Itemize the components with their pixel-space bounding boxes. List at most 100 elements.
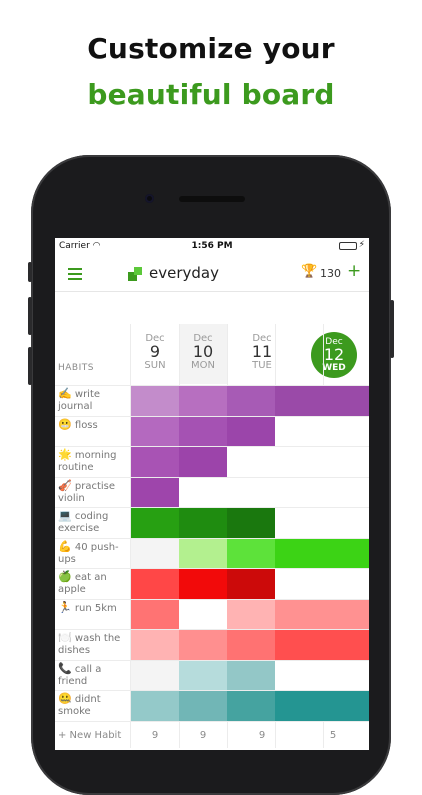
habit-cell[interactable] xyxy=(131,537,179,569)
day-header-1[interactable]: Dec 10 MON xyxy=(179,324,227,384)
plate-icon: 🍽️ xyxy=(58,631,72,644)
habit-cell[interactable] xyxy=(179,537,227,569)
habit-cell[interactable] xyxy=(323,629,369,660)
habit-cell[interactable] xyxy=(227,690,275,721)
day-header-today[interactable]: Dec 12 WED xyxy=(311,332,357,378)
habit-cell[interactable] xyxy=(227,629,275,660)
phone-side-button xyxy=(28,297,32,335)
habit-cell[interactable] xyxy=(227,385,275,416)
phone-icon: 📞 xyxy=(58,661,72,675)
habit-cell[interactable] xyxy=(323,385,369,416)
app-bar: everyday 🏆 130 + xyxy=(55,255,369,292)
habit-row-label[interactable]: 🌟 morning routine xyxy=(58,449,130,474)
habit-cell[interactable] xyxy=(179,598,227,630)
habit-cell[interactable] xyxy=(131,629,179,660)
habit-cell[interactable] xyxy=(227,568,275,599)
day-count: 9 xyxy=(199,730,207,741)
habit-name: run 5km xyxy=(74,602,117,614)
day-count: 9 xyxy=(151,730,159,741)
phone-side-button xyxy=(28,347,32,385)
habit-cell[interactable] xyxy=(323,598,369,630)
habit-cell[interactable] xyxy=(227,507,275,538)
habit-cell[interactable] xyxy=(275,385,323,416)
habit-cell[interactable] xyxy=(275,476,323,508)
add-habit-icon[interactable]: + xyxy=(347,261,361,281)
habit-cell[interactable] xyxy=(275,659,323,691)
habit-cell[interactable] xyxy=(179,476,227,508)
habit-cell[interactable] xyxy=(227,415,275,447)
habit-cell[interactable] xyxy=(275,629,323,660)
habit-cell[interactable] xyxy=(227,476,275,508)
habit-cell[interactable] xyxy=(131,690,179,721)
habit-cell[interactable] xyxy=(275,415,323,447)
habit-row-label[interactable]: 🤐 didnt smoke xyxy=(58,693,130,718)
habit-cell[interactable] xyxy=(179,385,227,416)
habit-cell[interactable] xyxy=(323,415,369,447)
habit-cell[interactable] xyxy=(131,507,179,538)
habit-cell[interactable] xyxy=(323,507,369,538)
habit-cell[interactable] xyxy=(179,446,227,477)
habit-cell[interactable] xyxy=(275,537,323,569)
habit-row-label[interactable]: 🍏 eat an apple xyxy=(58,571,130,596)
habit-cell[interactable] xyxy=(323,537,369,569)
habit-cell[interactable] xyxy=(227,446,275,477)
habit-cell[interactable] xyxy=(275,568,323,599)
habit-cell[interactable] xyxy=(131,598,179,630)
habit-row-label[interactable]: 💪 40 push-ups xyxy=(58,539,130,566)
habit-cell[interactable] xyxy=(227,659,275,691)
habit-cell[interactable] xyxy=(179,629,227,660)
row-divider xyxy=(55,659,369,661)
habits-header: HABITS xyxy=(58,363,94,373)
habit-cell[interactable] xyxy=(227,598,275,630)
trophy-icon[interactable]: 🏆 xyxy=(301,264,317,279)
habit-row-label[interactable]: 😬 floss xyxy=(58,418,130,432)
habit-cell[interactable] xyxy=(323,659,369,691)
habit-row-label[interactable]: 🏃 run 5km xyxy=(58,600,130,615)
day-header-2[interactable]: Dec 11 TUE xyxy=(238,324,286,384)
habit-cell[interactable] xyxy=(179,507,227,538)
habit-cell[interactable] xyxy=(179,690,227,721)
habit-cell[interactable] xyxy=(131,568,179,599)
habit-cell[interactable] xyxy=(323,476,369,508)
row-divider xyxy=(55,629,369,630)
habit-cell[interactable] xyxy=(131,476,179,508)
sun-icon: 🌟 xyxy=(58,448,72,461)
app-brand: everyday xyxy=(149,264,219,282)
habit-cell[interactable] xyxy=(131,415,179,447)
habit-cell[interactable] xyxy=(275,507,323,538)
habit-row-label[interactable]: 💻 coding exercise xyxy=(58,510,130,535)
laptop-icon: 💻 xyxy=(58,509,72,522)
habit-cell[interactable] xyxy=(323,690,369,721)
habit-cell[interactable] xyxy=(131,659,179,691)
day-header-0[interactable]: Dec 9 SUN xyxy=(131,324,179,384)
new-habit-button[interactable]: + New Habit xyxy=(58,730,121,741)
row-divider xyxy=(55,537,369,539)
habit-row-label[interactable]: 📞 call a friend xyxy=(58,661,130,688)
habit-cell[interactable] xyxy=(179,415,227,447)
habit-cell[interactable] xyxy=(227,537,275,569)
habit-cell[interactable] xyxy=(323,446,369,477)
runner-icon: 🏃 xyxy=(58,600,72,614)
phone-side-button xyxy=(390,300,394,358)
writing-hand-icon: ✍️ xyxy=(58,387,72,400)
habit-row-label[interactable]: 🍽️ wash the dishes xyxy=(58,632,130,657)
habit-cell[interactable] xyxy=(323,568,369,599)
menu-icon[interactable] xyxy=(68,268,82,283)
habit-cell[interactable] xyxy=(275,690,323,721)
charging-icon: ⚡ xyxy=(358,240,365,250)
habit-cell[interactable] xyxy=(131,385,179,416)
habit-row-label[interactable]: 🎻 practise violin xyxy=(58,479,130,505)
habit-cell[interactable] xyxy=(275,598,323,630)
biceps-icon: 💪 xyxy=(58,539,72,553)
no-smoke-icon: 🤐 xyxy=(58,692,72,705)
habit-cell[interactable] xyxy=(179,659,227,691)
habit-cell[interactable] xyxy=(275,446,323,477)
status-time: 1:56 PM xyxy=(191,241,233,251)
day-count: 9 xyxy=(258,730,266,741)
battery-icon xyxy=(339,242,357,250)
habit-cell[interactable] xyxy=(131,446,179,477)
logo-icon xyxy=(128,267,142,281)
habit-cell[interactable] xyxy=(179,568,227,599)
habit-row-label[interactable]: ✍️ write journal xyxy=(58,388,130,413)
app-screen: Carrier ◠ 1:56 PM ⚡ everyday 🏆 130 + HAB… xyxy=(55,238,369,750)
